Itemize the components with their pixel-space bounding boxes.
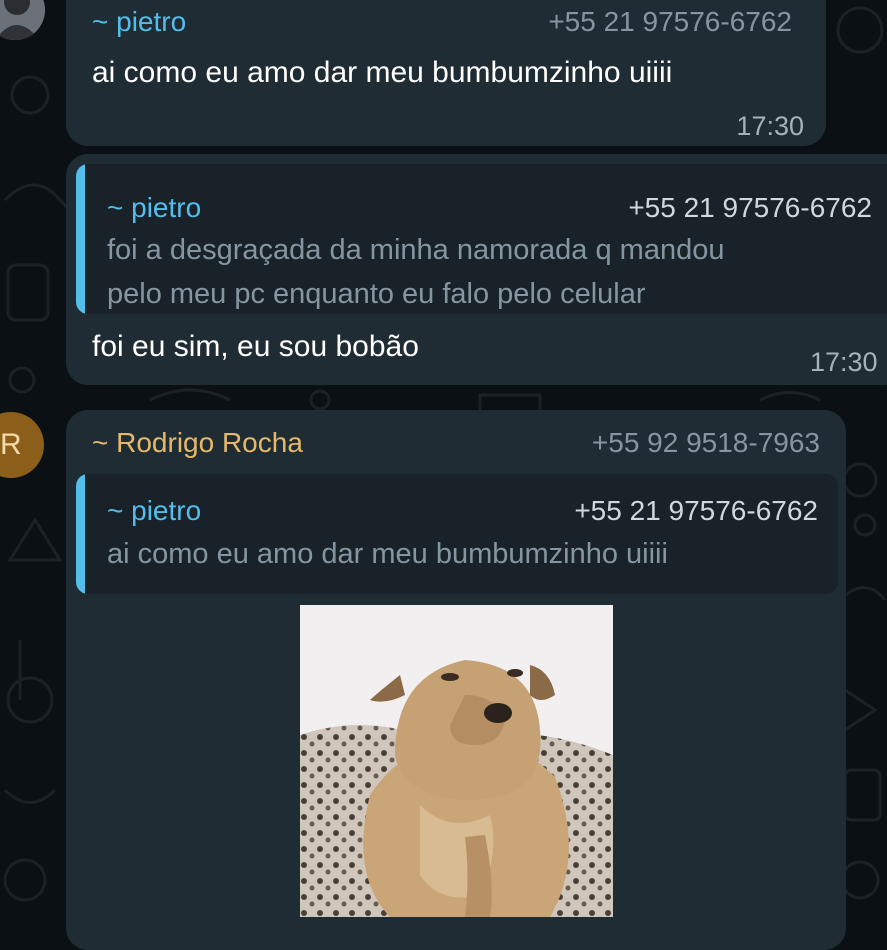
sender-phone: +55 92 9518-7963 xyxy=(591,427,820,458)
quote-text-line: foi a desgraçada da minha namorada q man… xyxy=(107,234,725,266)
message-bubble[interactable]: ~ Rodrigo Rocha +55 92 9518-7963 ~ pietr… xyxy=(66,410,846,950)
quote-text-line: ai como eu amo dar meu bumbumzinho uiiii xyxy=(107,538,668,570)
quote-sender: ~ pietro xyxy=(107,192,202,223)
message-time: 17:30 xyxy=(736,111,804,141)
message-bubble[interactable]: ~ pietro +55 21 97576-6762 foi a desgraç… xyxy=(66,154,887,385)
message-text: foi eu sim, eu sou bobão xyxy=(92,330,419,363)
dog-photo-icon xyxy=(300,605,613,917)
message-text: ai como eu amo dar meu bumbumzinho uiiii xyxy=(92,56,673,89)
sender-phone: +55 21 97576-6762 xyxy=(548,6,792,37)
quote-bar xyxy=(76,164,85,314)
message-bubble[interactable]: ~ pietro +55 21 97576-6762 ai como eu am… xyxy=(66,0,826,146)
quote-phone: +55 21 97576-6762 xyxy=(628,192,872,223)
quoted-message[interactable]: ~ pietro +55 21 97576-6762 foi a desgraç… xyxy=(76,164,887,314)
quote-phone: +55 21 97576-6762 xyxy=(574,495,818,526)
quote-text-line: pelo meu pc enquanto eu falo pelo celula… xyxy=(107,278,646,310)
quoted-message[interactable]: ~ pietro +55 21 97576-6762 ai como eu am… xyxy=(76,474,838,594)
sender-name[interactable]: ~ pietro xyxy=(92,6,186,38)
message-time: 17:30 xyxy=(810,347,878,377)
dog-image[interactable] xyxy=(300,605,613,917)
avatar-letter: R xyxy=(0,428,22,461)
quote-sender: ~ pietro xyxy=(107,495,202,526)
quote-bar xyxy=(76,474,85,594)
sender-name[interactable]: ~ Rodrigo Rocha xyxy=(92,427,303,459)
